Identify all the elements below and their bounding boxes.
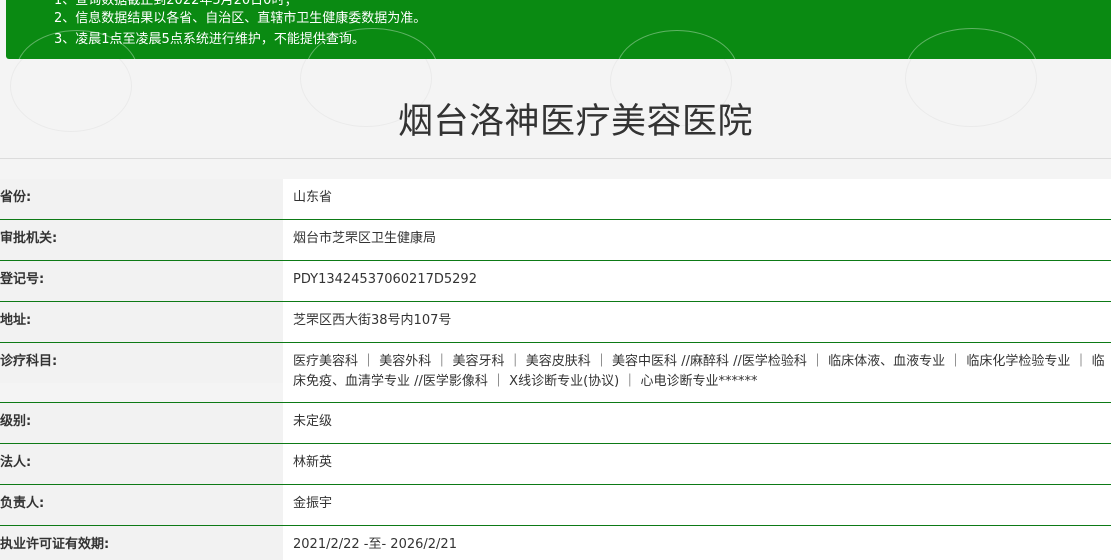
watermark-ring [616, 30, 738, 59]
row-label: 执业许可证有效期: [0, 526, 283, 560]
table-row: 级别: 未定级 [0, 403, 1111, 444]
title-area: 烟台洛神医疗美容医院 [0, 59, 1111, 158]
table-row: 负责人: 金振宇 [0, 485, 1111, 526]
notice-line-1: 1、查询数据截止到2022年5月20日0时； [54, 0, 298, 8]
table-row: 法人: 林新英 [0, 444, 1111, 485]
row-label: 级别: [0, 403, 283, 443]
row-label: 诊疗科目: [0, 343, 283, 383]
watermark-ring [906, 28, 1038, 59]
row-label: 审批机关: [0, 220, 283, 260]
row-value: 医疗美容科 ｜ 美容外科 ｜ 美容牙科 ｜ 美容皮肤科 ｜ 美容中医科 //麻醉… [283, 343, 1111, 402]
table-row: 登记号: PDY13424537060217D5292 [0, 261, 1111, 302]
row-label: 负责人: [0, 485, 283, 525]
table-row: 诊疗科目: 医疗美容科 ｜ 美容外科 ｜ 美容牙科 ｜ 美容皮肤科 ｜ 美容中医… [0, 343, 1111, 403]
row-value: 山东省 [283, 179, 1111, 219]
row-label: 法人: [0, 444, 283, 484]
row-value: 林新英 [283, 444, 1111, 484]
row-value: 烟台市芝罘区卫生健康局 [283, 220, 1111, 260]
row-label: 省份: [0, 179, 283, 219]
row-value: 芝罘区西大街38号内107号 [283, 302, 1111, 342]
table-row: 审批机关: 烟台市芝罘区卫生健康局 [0, 220, 1111, 261]
row-value: 未定级 [283, 403, 1111, 443]
notice-line-3: 3、凌晨1点至凌晨5点系统进行维护，不能提供查询。 [54, 32, 365, 47]
table-row: 执业许可证有效期: 2021/2/22 -至- 2026/2/21 [0, 526, 1111, 560]
info-table: 省份: 山东省 审批机关: 烟台市芝罘区卫生健康局 登记号: PDY134245… [0, 179, 1111, 560]
notice-line-2: 2、信息数据结果以各省、自治区、直辖市卫生健康委数据为准。 [54, 11, 427, 26]
row-label: 登记号: [0, 261, 283, 301]
row-label: 地址: [0, 302, 283, 342]
row-value: 金振宇 [283, 485, 1111, 525]
title-divider [0, 158, 1111, 159]
table-row: 省份: 山东省 [0, 179, 1111, 220]
row-value: PDY13424537060217D5292 [283, 261, 1111, 301]
page-title: 烟台洛神医疗美容医院 [397, 102, 753, 142]
table-row: 地址: 芝罘区西大街38号内107号 [0, 302, 1111, 343]
row-value: 2021/2/22 -至- 2026/2/21 [283, 526, 1111, 560]
notice-banner: 1、查询数据截止到2022年5月20日0时； 2、信息数据结果以各省、自治区、直… [6, 0, 1111, 59]
page: 1、查询数据截止到2022年5月20日0时； 2、信息数据结果以各省、自治区、直… [0, 0, 1111, 560]
